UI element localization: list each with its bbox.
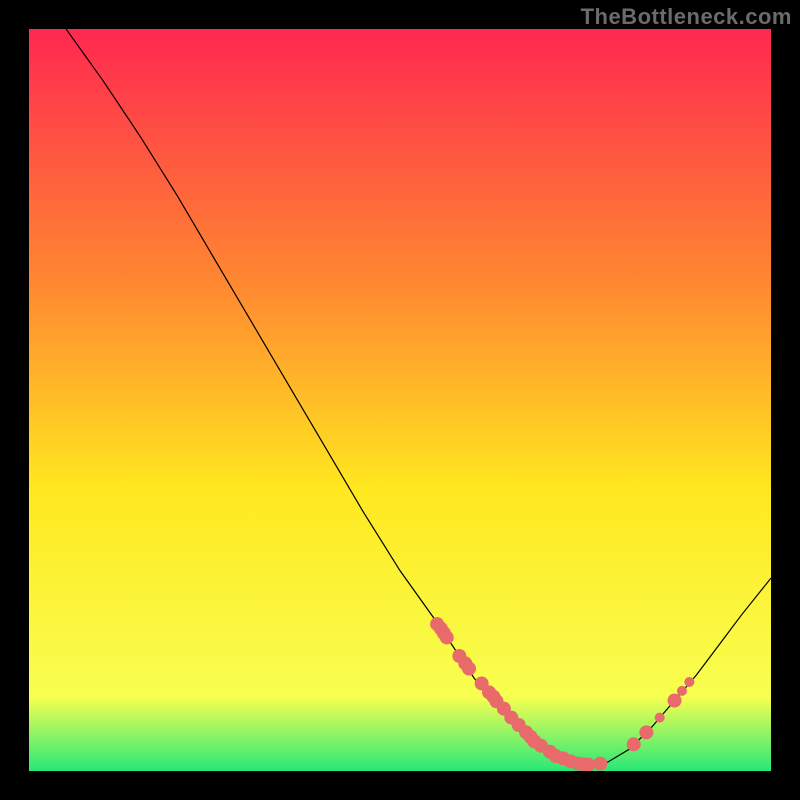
watermark-text: TheBottleneck.com xyxy=(581,4,792,30)
data-point xyxy=(440,630,454,644)
chart-svg xyxy=(29,29,771,771)
data-point xyxy=(639,725,653,739)
data-point xyxy=(684,677,694,687)
data-point xyxy=(462,662,476,676)
plot-area xyxy=(29,29,771,771)
data-point xyxy=(655,713,665,723)
data-point xyxy=(627,737,641,751)
data-point xyxy=(668,694,682,708)
data-point xyxy=(677,686,687,696)
chart-container: TheBottleneck.com xyxy=(0,0,800,800)
data-point xyxy=(593,757,607,771)
